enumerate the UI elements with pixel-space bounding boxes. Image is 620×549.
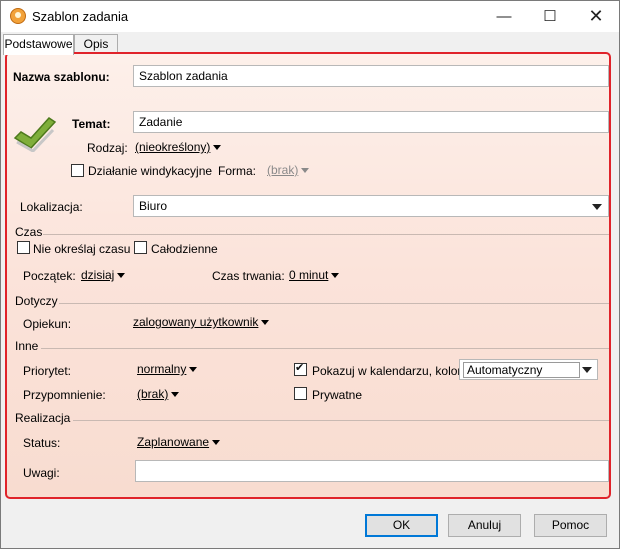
section-other: Inne [15, 339, 39, 353]
location-select[interactable]: Biuro [133, 195, 609, 217]
reminder-dropdown[interactable]: (brak) [137, 387, 180, 401]
chevron-down-icon [213, 145, 222, 151]
debt-action-checkbox[interactable] [71, 164, 84, 177]
private-label: Prywatne [312, 388, 363, 402]
section-time: Czas [15, 225, 43, 239]
subject-label: Temat: [72, 117, 111, 131]
notes-input[interactable] [135, 460, 609, 482]
location-value: Biuro [139, 199, 168, 213]
all-day-checkbox[interactable] [134, 241, 147, 254]
section-concerns: Dotyczy [15, 294, 58, 308]
status-dropdown[interactable]: Zaplanowane [137, 435, 221, 449]
start-dropdown[interactable]: dzisiaj [81, 268, 126, 282]
form-label: Forma: [218, 164, 257, 178]
chevron-down-icon [171, 392, 180, 398]
no-time-checkbox[interactable] [17, 241, 30, 254]
chevron-down-icon [582, 367, 592, 373]
priority-dropdown[interactable]: normalny [137, 362, 198, 376]
chevron-down-icon [261, 320, 270, 326]
type-label: Rodzaj: [87, 141, 128, 155]
no-time-label: Nie określaj czasu [33, 242, 131, 256]
reminder-label: Przypomnienie: [23, 388, 106, 402]
minimize-button[interactable]: — [481, 1, 527, 32]
divider [43, 234, 609, 235]
name-label: Nazwa szablonu: [13, 70, 110, 84]
chevron-down-icon [301, 168, 310, 174]
notes-label: Uwagi: [23, 466, 60, 480]
chevron-down-icon [331, 273, 340, 279]
divider [59, 303, 609, 304]
form-panel: Nazwa szablonu: Szablon zadania Temat: Z… [5, 52, 611, 499]
maximize-button[interactable]: ☐ [527, 1, 573, 32]
close-button[interactable]: ✕ [573, 1, 619, 32]
duration-label: Czas trwania: [212, 269, 285, 283]
help-button[interactable]: Pomoc [534, 514, 607, 537]
cancel-button[interactable]: Anuluj [448, 514, 521, 537]
divider [41, 348, 609, 349]
all-day-label: Całodzienne [151, 242, 218, 256]
app-icon [10, 8, 26, 24]
show-in-calendar-label: Pokazuj w kalendarzu, kolor: [312, 364, 465, 378]
window-title: Szablon zadania [32, 9, 129, 24]
guardian-dropdown[interactable]: zalogowany użytkownik [133, 315, 270, 329]
title-bar: Szablon zadania — ☐ ✕ [1, 1, 619, 32]
show-in-calendar-checkbox[interactable] [294, 361, 307, 376]
tab-opis[interactable]: Opis [74, 34, 118, 54]
tab-strip: Podstawowe Opis [1, 32, 619, 55]
subject-input[interactable]: Zadanie [133, 111, 609, 133]
section-realization: Realizacja [15, 411, 71, 425]
chevron-down-icon [189, 367, 198, 373]
type-dropdown[interactable]: (nieokreślony) [135, 140, 222, 154]
divider [73, 420, 609, 421]
form-dropdown[interactable]: (brak) [267, 163, 310, 177]
location-label: Lokalizacja: [20, 200, 83, 214]
ok-button[interactable]: OK [365, 514, 438, 537]
chevron-down-icon [212, 440, 221, 446]
start-label: Początek: [23, 269, 76, 283]
dialog-window: Szablon zadania — ☐ ✕ Podstawowe Opis Na… [0, 0, 620, 549]
color-select[interactable]: Automatyczny [459, 359, 598, 380]
color-value: Automatyczny [463, 362, 580, 378]
tab-podstawowe[interactable]: Podstawowe [3, 34, 74, 55]
duration-dropdown[interactable]: 0 minut [289, 268, 340, 282]
chevron-down-icon [117, 273, 126, 279]
name-input[interactable]: Szablon zadania [133, 65, 609, 87]
status-label: Status: [23, 436, 61, 450]
chevron-down-icon [592, 204, 602, 210]
priority-label: Priorytet: [23, 364, 72, 378]
checkmark-icon [13, 117, 57, 152]
private-checkbox[interactable] [294, 387, 307, 400]
guardian-label: Opiekun: [23, 317, 72, 331]
debt-action-label: Działanie windykacyjne [88, 164, 213, 178]
